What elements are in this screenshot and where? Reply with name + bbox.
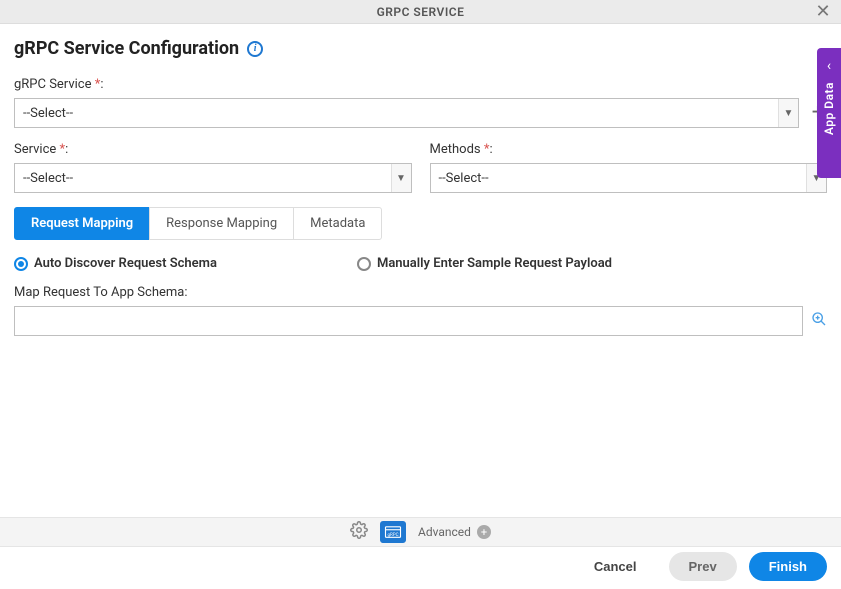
service-select[interactable]: --Select-- ▼ [14, 163, 412, 193]
tab-response-mapping[interactable]: Response Mapping [149, 207, 294, 240]
map-request-label: Map Request To App Schema: [14, 285, 827, 300]
radio-checked-icon [14, 257, 28, 271]
prev-button[interactable]: Prev [669, 552, 737, 581]
advanced-toggle[interactable]: Advanced + [418, 525, 491, 539]
radio-unchecked-icon [357, 257, 371, 271]
chevron-down-icon: ▼ [391, 164, 411, 192]
methods-select-value: --Select-- [439, 171, 489, 186]
app-data-panel-toggle[interactable]: ‹ App Data [817, 48, 841, 178]
tab-request-mapping[interactable]: Request Mapping [14, 207, 150, 240]
plus-circle-icon: + [477, 525, 491, 539]
grpc-service-select[interactable]: --Select-- ▼ [14, 98, 799, 128]
methods-label: Methods *: [430, 142, 828, 157]
service-label: Service *: [14, 142, 412, 157]
radio-auto-discover[interactable]: Auto Discover Request Schema [14, 256, 217, 271]
chevron-down-icon: ▼ [778, 99, 798, 127]
grpc-service-select-value: --Select-- [23, 106, 73, 121]
tab-metadata[interactable]: Metadata [293, 207, 382, 240]
finish-button[interactable]: Finish [749, 552, 827, 581]
gear-icon[interactable] [350, 521, 368, 544]
dialog-header: GRPC SERVICE ✕ [0, 0, 841, 24]
zoom-search-icon[interactable] [811, 311, 827, 331]
service-select-value: --Select-- [23, 171, 73, 186]
app-data-label: App Data [822, 82, 836, 135]
footer-buttons: Cancel Prev Finish [574, 552, 827, 581]
grpc-badge-icon[interactable]: gRPC [380, 521, 406, 543]
dialog-title: GRPC SERVICE [377, 5, 465, 19]
page-title: gRPC Service Configuration [14, 38, 239, 59]
info-icon[interactable]: i [247, 41, 263, 57]
map-request-input[interactable] [14, 306, 803, 336]
cancel-button[interactable]: Cancel [574, 552, 657, 581]
close-icon[interactable]: ✕ [813, 2, 833, 22]
tab-bar: Request Mapping Response Mapping Metadat… [14, 207, 827, 240]
footer-toolbar: gRPC Advanced + [0, 517, 841, 547]
svg-text:gRPC: gRPC [388, 532, 399, 538]
radio-manual-entry[interactable]: Manually Enter Sample Request Payload [357, 256, 612, 271]
chevron-left-icon: ‹ [827, 58, 831, 74]
methods-select[interactable]: --Select-- ▼ [430, 163, 828, 193]
grpc-service-label: gRPC Service *: [14, 77, 827, 92]
